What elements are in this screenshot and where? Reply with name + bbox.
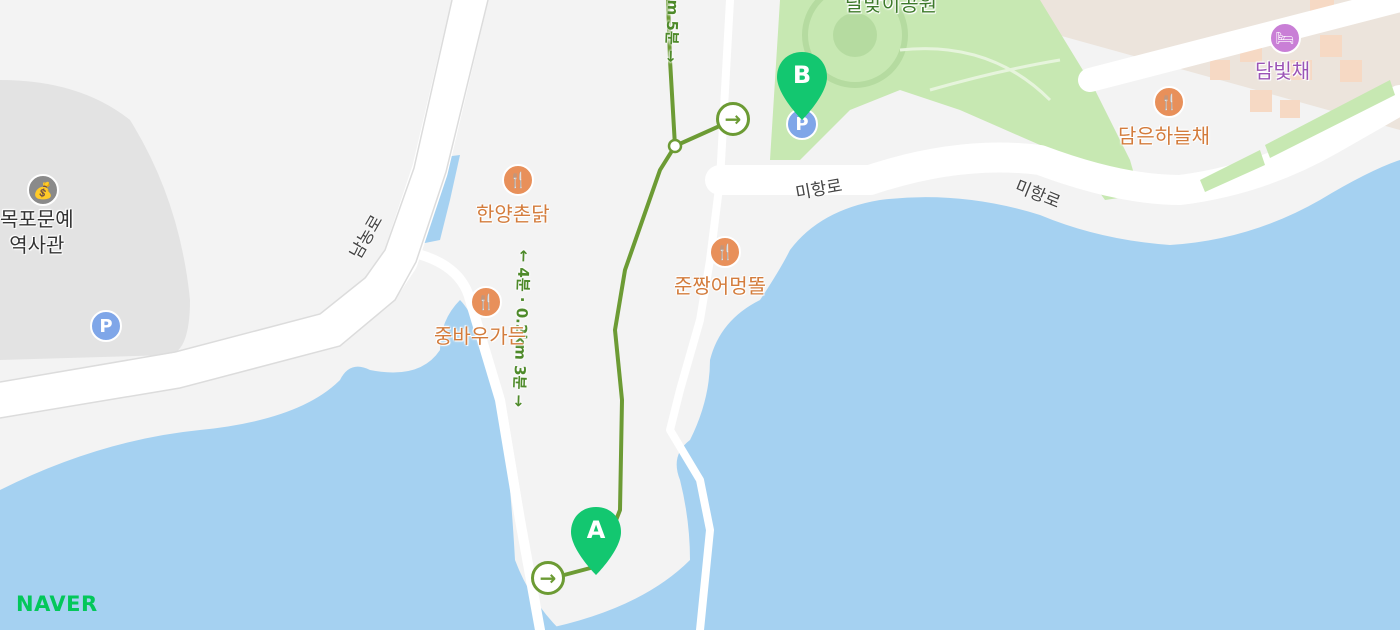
poi-label-jungbau[interactable]: 중바우가든 (434, 320, 526, 349)
marker-letter: A (586, 516, 606, 544)
route-waypoint-arrow-icon[interactable]: → (531, 561, 565, 595)
route-segment-label: m 5분 → (661, 0, 683, 63)
map-base (0, 0, 1400, 630)
restaurant-icon[interactable]: 🍴 (1153, 86, 1185, 118)
bed-icon[interactable]: 🛏 (1269, 22, 1301, 54)
restaurant-icon[interactable]: 🍴 (709, 236, 741, 268)
poi-label-dambit[interactable]: 담빛채 (1255, 55, 1310, 84)
map-canvas[interactable]: → → ← 4분 · 0.2km 3분 → m 5분 → 남농로 미항로 미항로… (0, 0, 1400, 630)
poi-label-mokpo-museum[interactable]: 목포문예 역사관 (0, 206, 74, 258)
moneybag-icon[interactable]: 💰 (27, 174, 59, 206)
restaurant-icon[interactable]: 🍴 (502, 164, 534, 196)
poi-label-junjjang[interactable]: 준짱어멍똘 (674, 270, 766, 299)
parking-icon[interactable]: P (90, 310, 122, 342)
marker-letter: B (792, 61, 812, 89)
poi-label-park[interactable]: 달맞이공원 (845, 0, 937, 17)
route-start-marker[interactable]: A (569, 505, 623, 577)
poi-label-hanyang[interactable]: 한양촌닭 (476, 198, 550, 227)
route-end-marker[interactable]: B (775, 50, 829, 122)
poi-label-line: 목포문예 (0, 207, 74, 231)
route-junction (667, 138, 683, 154)
poi-label-dameun[interactable]: 담은하늘채 (1118, 120, 1210, 149)
route-waypoint-arrow-icon[interactable]: → (716, 102, 750, 136)
naver-logo[interactable]: NAVER (16, 592, 98, 616)
poi-label-line: 역사관 (9, 233, 65, 257)
restaurant-icon[interactable]: 🍴 (470, 286, 502, 318)
